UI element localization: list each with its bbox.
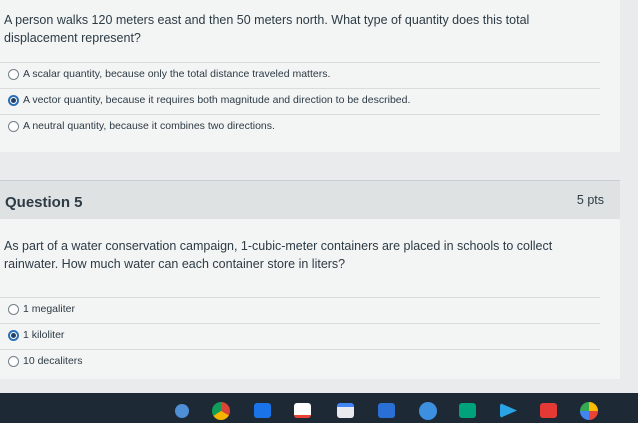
question-5-header: Question 5 5 pts xyxy=(0,180,620,220)
gmail-icon[interactable] xyxy=(294,403,311,418)
radio-button-selected[interactable] xyxy=(8,330,19,341)
youtube-icon[interactable] xyxy=(540,403,557,418)
question-title: Question 5 xyxy=(5,194,83,211)
radio-button-selected[interactable] xyxy=(8,95,19,106)
photos-icon[interactable] xyxy=(580,402,598,420)
chat-icon[interactable] xyxy=(419,402,437,420)
answer-label: 10 decaliters xyxy=(23,355,83,367)
question-4-text: A person walks 120 meters east and then … xyxy=(4,13,530,45)
question-5-text: As part of a water conservation campaign… xyxy=(4,239,553,271)
meet-icon[interactable] xyxy=(459,403,476,418)
play-store-icon[interactable] xyxy=(500,403,517,418)
radio-button[interactable] xyxy=(8,304,19,315)
answer-label: A neutral quantity, because it combines … xyxy=(23,120,275,132)
question-5-panel: As part of a water conservation campaign… xyxy=(0,219,620,379)
question-points: 5 pts xyxy=(576,193,604,207)
radio-button[interactable] xyxy=(8,69,19,80)
answer-label: 1 megaliter xyxy=(23,303,75,315)
apps-icon[interactable] xyxy=(254,403,271,418)
q4-answer-2[interactable]: A vector quantity, because it requires b… xyxy=(0,88,600,114)
q4-answer-3[interactable]: A neutral quantity, because it combines … xyxy=(0,114,600,140)
answer-label: A vector quantity, because it requires b… xyxy=(23,94,411,106)
q5-answer-2[interactable]: 1 kiloliter xyxy=(0,323,600,349)
radio-button[interactable] xyxy=(8,121,19,132)
question-4-panel: A person walks 120 meters east and then … xyxy=(0,0,620,152)
q5-answer-3[interactable]: 10 decaliters xyxy=(0,349,600,375)
q5-answer-1[interactable]: 1 megaliter xyxy=(0,297,600,323)
taskbar xyxy=(0,393,638,423)
answer-label: A scalar quantity, because only the tota… xyxy=(23,68,331,80)
launcher-icon[interactable] xyxy=(175,404,189,418)
calendar-icon[interactable] xyxy=(337,403,354,418)
files-icon[interactable] xyxy=(378,403,395,418)
answer-label: 1 kiloliter xyxy=(23,329,65,341)
chrome-icon[interactable] xyxy=(212,402,230,420)
q4-answer-1[interactable]: A scalar quantity, because only the tota… xyxy=(0,62,600,88)
radio-button[interactable] xyxy=(8,356,19,367)
